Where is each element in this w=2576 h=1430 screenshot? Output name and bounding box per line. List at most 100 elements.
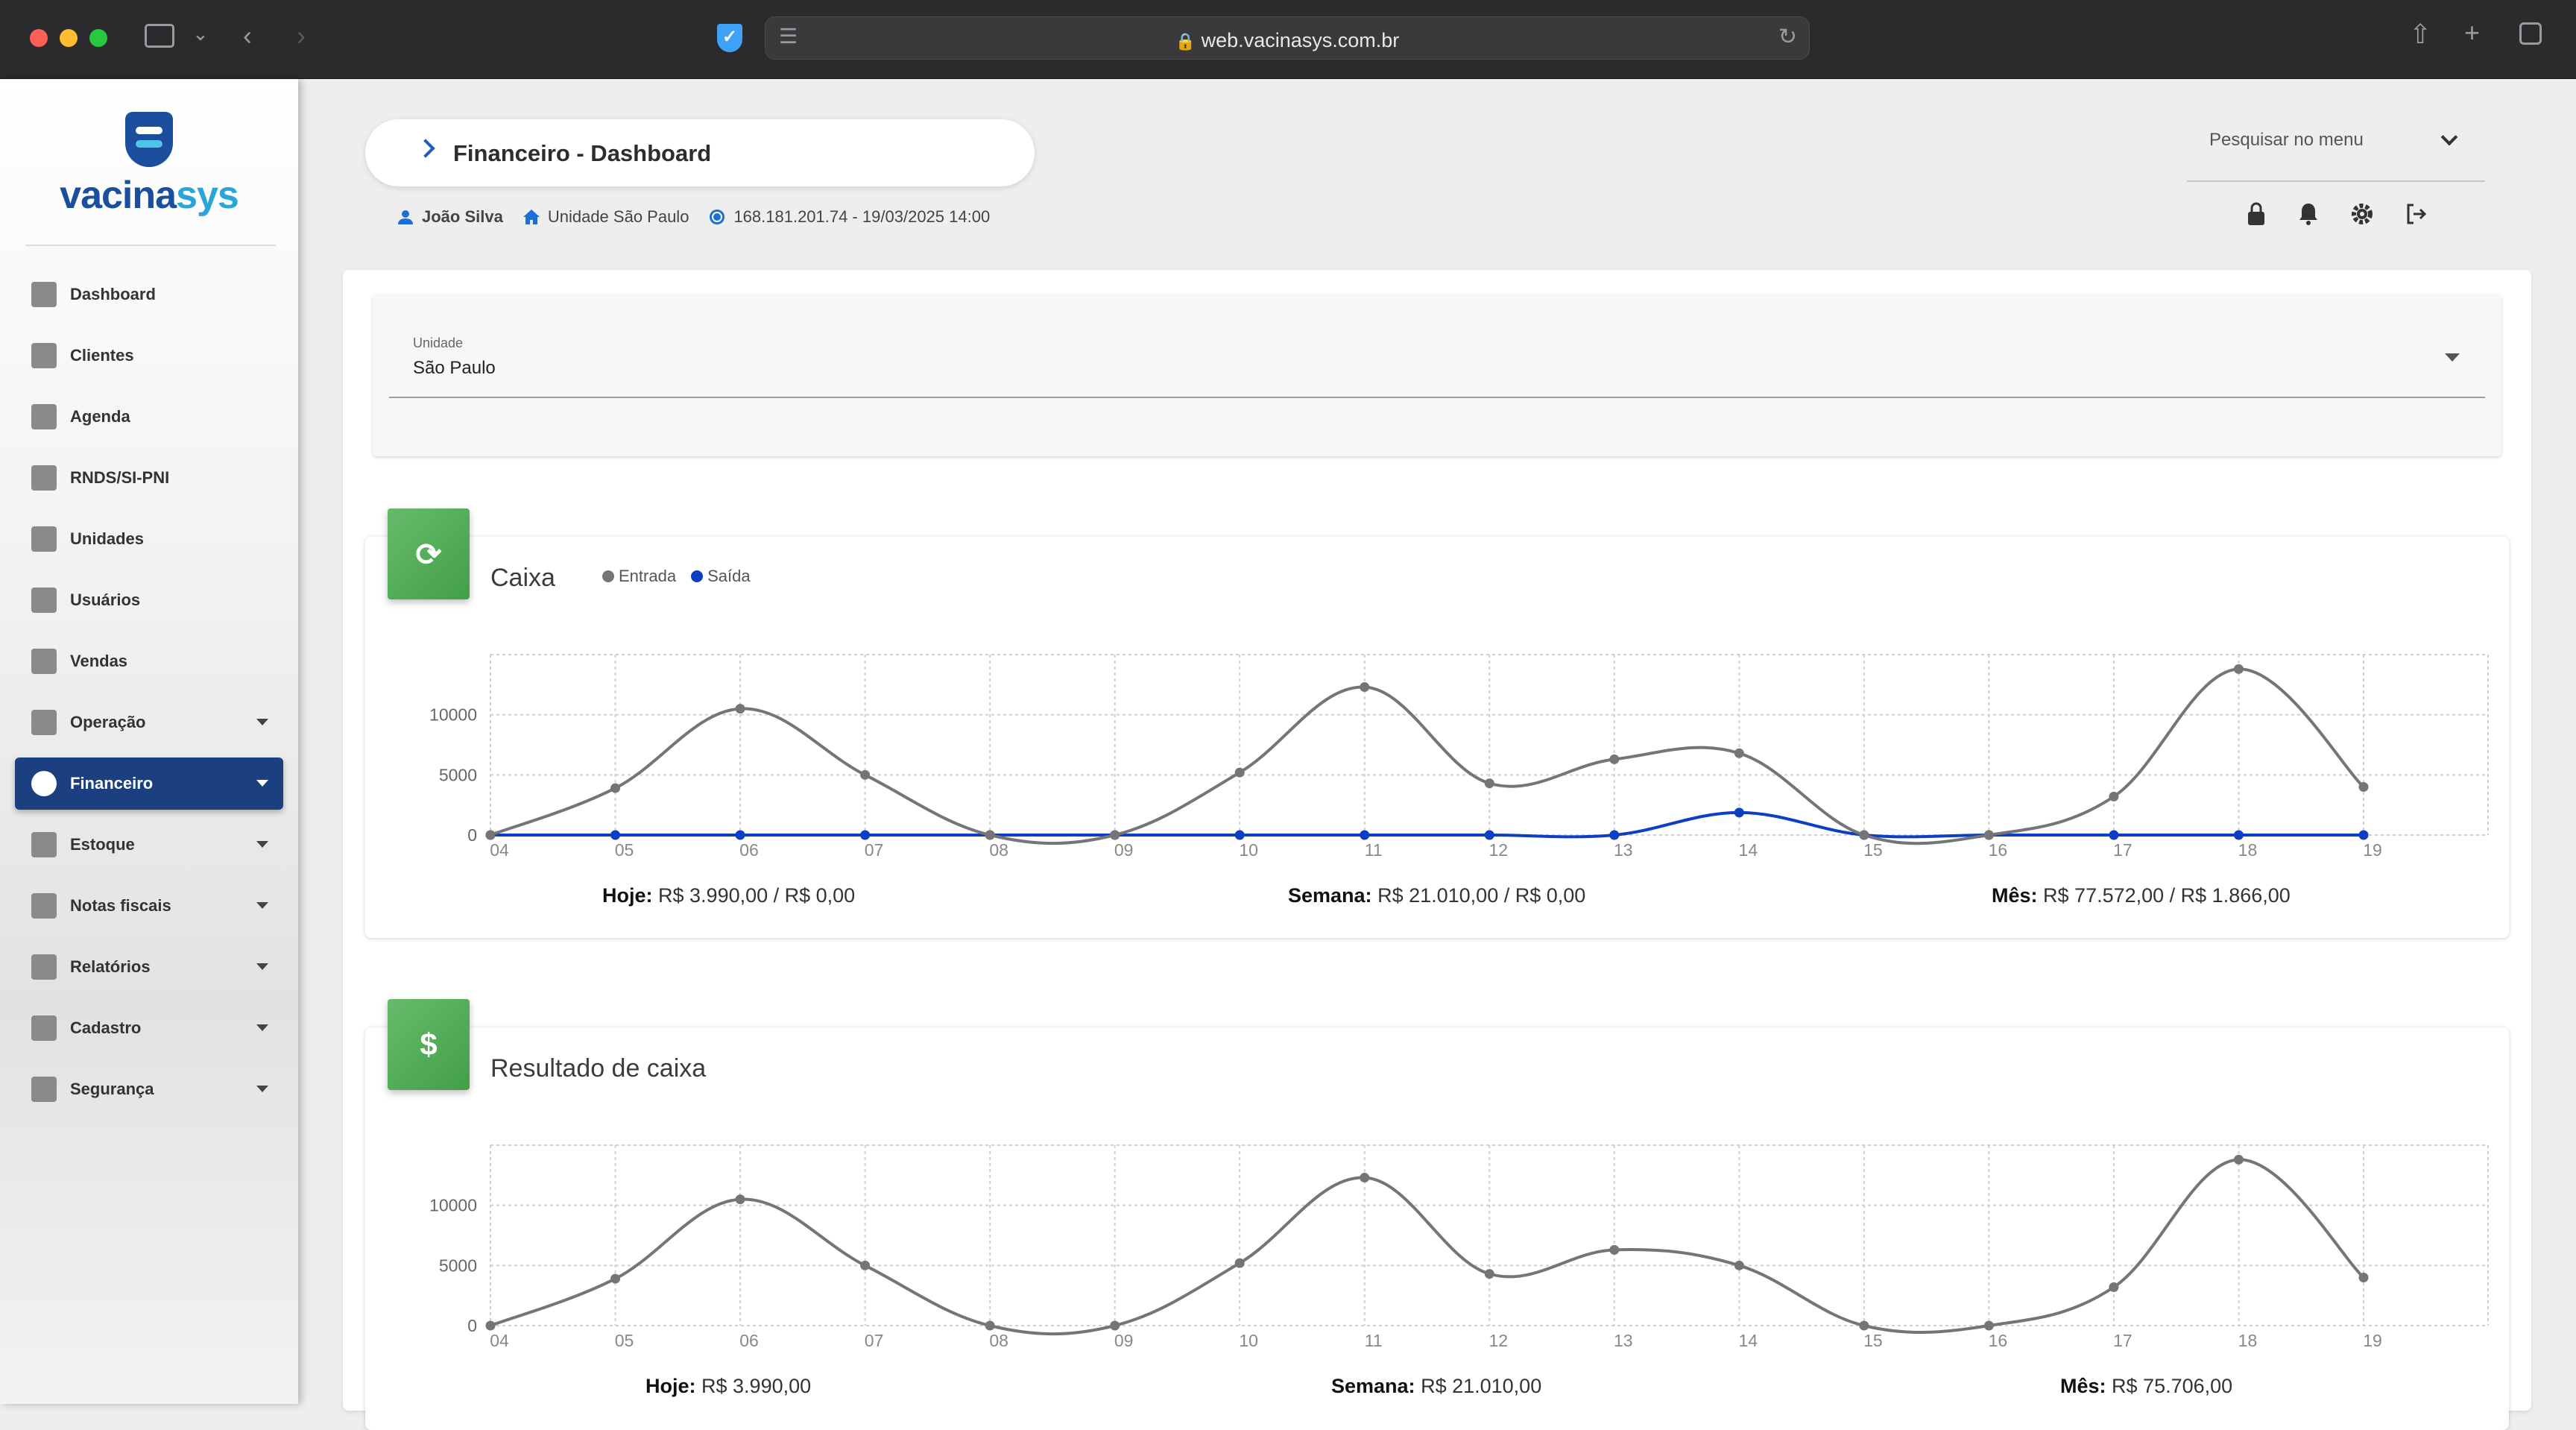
filter-panel: Unidade São Paulo — [373, 294, 2501, 456]
forward-arrow-icon[interactable]: › — [297, 22, 306, 49]
gear-icon[interactable] — [2351, 201, 2373, 227]
sidebar-item-relatorios[interactable]: Relatórios — [15, 941, 283, 993]
data-point — [1983, 1320, 1994, 1331]
session-details: 168.181.201.74 - 19/03/2025 14:00 — [733, 207, 991, 226]
new-tab-icon[interactable]: + — [2464, 19, 2480, 46]
summary-semana: Semana: R$ 21.010,00 — [1331, 1375, 1542, 1397]
unidades-icon — [31, 526, 57, 552]
share-icon[interactable]: ⇧ — [2409, 21, 2431, 48]
data-point — [1360, 830, 1370, 840]
rnds-si-pni-icon — [31, 465, 57, 491]
caret-down-icon[interactable] — [256, 1024, 268, 1031]
sidebar-item-cadastro[interactable]: Cadastro — [15, 1002, 283, 1054]
sidebar-item-label: RNDS/SI-PNI — [70, 468, 170, 487]
data-point — [2109, 830, 2119, 840]
y-tick-label: 10000 — [429, 1196, 477, 1215]
data-point — [1360, 1173, 1370, 1183]
financeiro-icon — [31, 771, 57, 796]
x-tick-label: 12 — [1489, 840, 1508, 860]
sidebar-item-rnds-si-pni[interactable]: RNDS/SI-PNI — [15, 452, 283, 504]
caret-down-icon[interactable] — [256, 841, 268, 848]
estoque-icon — [31, 832, 57, 857]
usuarios-icon — [31, 588, 57, 613]
address-bar[interactable]: ☰ 🔒 web.vacinasys.com.br ↻ — [765, 16, 1810, 60]
data-point — [1234, 767, 1245, 778]
caret-down-icon[interactable] — [256, 719, 268, 725]
caret-down-icon[interactable] — [256, 1086, 268, 1092]
vacinasys-logo[interactable]: vacinasys — [0, 112, 298, 218]
plot-area: 0 5000 10000 04 05 06 07 08 09 10 11 12 13 14 15 16 17 18… — [429, 1144, 2489, 1350]
logout-icon[interactable] — [2405, 201, 2427, 227]
maximize-window-button[interactable] — [89, 29, 107, 47]
notas-fiscais-icon — [31, 893, 57, 919]
sidebar-item-label: Unidades — [70, 529, 145, 548]
data-point — [1734, 807, 1744, 818]
data-point — [1859, 830, 1869, 840]
summary-hoje: Hoje: R$ 3.990,00 / R$ 0,00 — [602, 884, 856, 907]
x-tick-label: 16 — [1989, 840, 2008, 860]
data-point — [2358, 781, 2369, 792]
operacao-icon — [31, 710, 57, 735]
data-point — [1609, 830, 1620, 840]
sidebar-item-unidades[interactable]: Unidades — [15, 513, 283, 565]
sidebar-item-label: Usuários — [70, 590, 141, 609]
sidebar-item-label: Relatórios — [70, 957, 151, 976]
data-point — [1734, 1260, 1744, 1270]
data-point — [2233, 830, 2244, 840]
tab-overview-icon[interactable] — [2519, 22, 2542, 45]
caret-down-icon[interactable] — [256, 780, 268, 787]
y-tick-label: 0 — [467, 1316, 477, 1335]
sidebar-item-seguranca[interactable]: Segurança — [15, 1063, 283, 1115]
reload-icon[interactable]: ↻ — [1778, 26, 1797, 48]
chevron-down-icon[interactable]: ⌄ — [192, 24, 209, 43]
sidebar-item-label: Agenda — [70, 407, 130, 426]
seguranca-icon — [31, 1077, 57, 1102]
back-arrow-icon[interactable]: ‹ — [243, 22, 252, 49]
data-point — [1484, 778, 1494, 789]
privacy-shield-icon[interactable]: ✓ — [717, 24, 742, 52]
series-line-resultado — [490, 1158, 2365, 1336]
data-point — [985, 830, 995, 840]
sidebar-item-label: Vendas — [70, 652, 128, 670]
x-tick-label: 04 — [490, 840, 509, 860]
sidebar-item-label: Dashboard — [70, 285, 156, 303]
sidebar-item-agenda[interactable]: Agenda — [15, 391, 283, 443]
url-text: 🔒 web.vacinasys.com.br — [765, 29, 1809, 52]
x-tick-label: 17 — [2113, 1331, 2133, 1350]
y-tick-label: 10000 — [429, 705, 477, 725]
caret-down-icon[interactable] — [256, 963, 268, 970]
sidebar-toggle-icon[interactable] — [145, 24, 174, 48]
data-point — [860, 769, 871, 780]
sidebar-item-estoque[interactable]: Estoque — [15, 819, 283, 871]
caret-down-icon[interactable] — [256, 902, 268, 909]
sidebar-item-notas-fiscais[interactable]: Notas fiscais — [15, 880, 283, 932]
x-tick-label: 11 — [1365, 1331, 1383, 1350]
sidebar-item-usuarios[interactable]: Usuários — [15, 574, 283, 626]
close-window-button[interactable] — [30, 29, 48, 47]
caret-down-icon[interactable] — [2445, 353, 2460, 362]
x-tick-label: 05 — [615, 1331, 634, 1350]
x-tick-label: 19 — [2363, 1331, 2382, 1350]
menu-search-select[interactable]: Pesquisar no menu — [2187, 119, 2485, 182]
sidebar-item-label: Notas fiscais — [70, 896, 171, 915]
sidebar-item-vendas[interactable]: Vendas — [15, 635, 283, 687]
data-point — [860, 1260, 871, 1270]
sidebar-item-clientes[interactable]: Clientes — [15, 330, 283, 382]
minimize-window-button[interactable] — [60, 29, 78, 47]
session-info: João Silva Unidade São Paulo 168.181.201… — [397, 207, 990, 227]
data-point — [1734, 748, 1744, 758]
bell-icon[interactable] — [2297, 201, 2320, 227]
x-tick-label: 04 — [490, 1331, 509, 1350]
data-point — [2233, 664, 2244, 674]
data-point — [1110, 830, 1120, 840]
unit-name: Unidade São Paulo — [547, 207, 689, 226]
sidebar-item-label: Financeiro — [70, 774, 154, 793]
chevron-right-icon — [416, 139, 435, 158]
unit-select[interactable]: São Paulo — [413, 358, 496, 379]
sidebar-item-operacao[interactable]: Operação — [15, 696, 283, 749]
sidebar-item-financeiro[interactable]: Financeiro — [15, 757, 283, 810]
data-point — [1234, 830, 1245, 840]
data-point — [610, 783, 621, 793]
sidebar-item-dashboard[interactable]: Dashboard — [15, 268, 283, 321]
lock-icon[interactable] — [2245, 201, 2267, 227]
